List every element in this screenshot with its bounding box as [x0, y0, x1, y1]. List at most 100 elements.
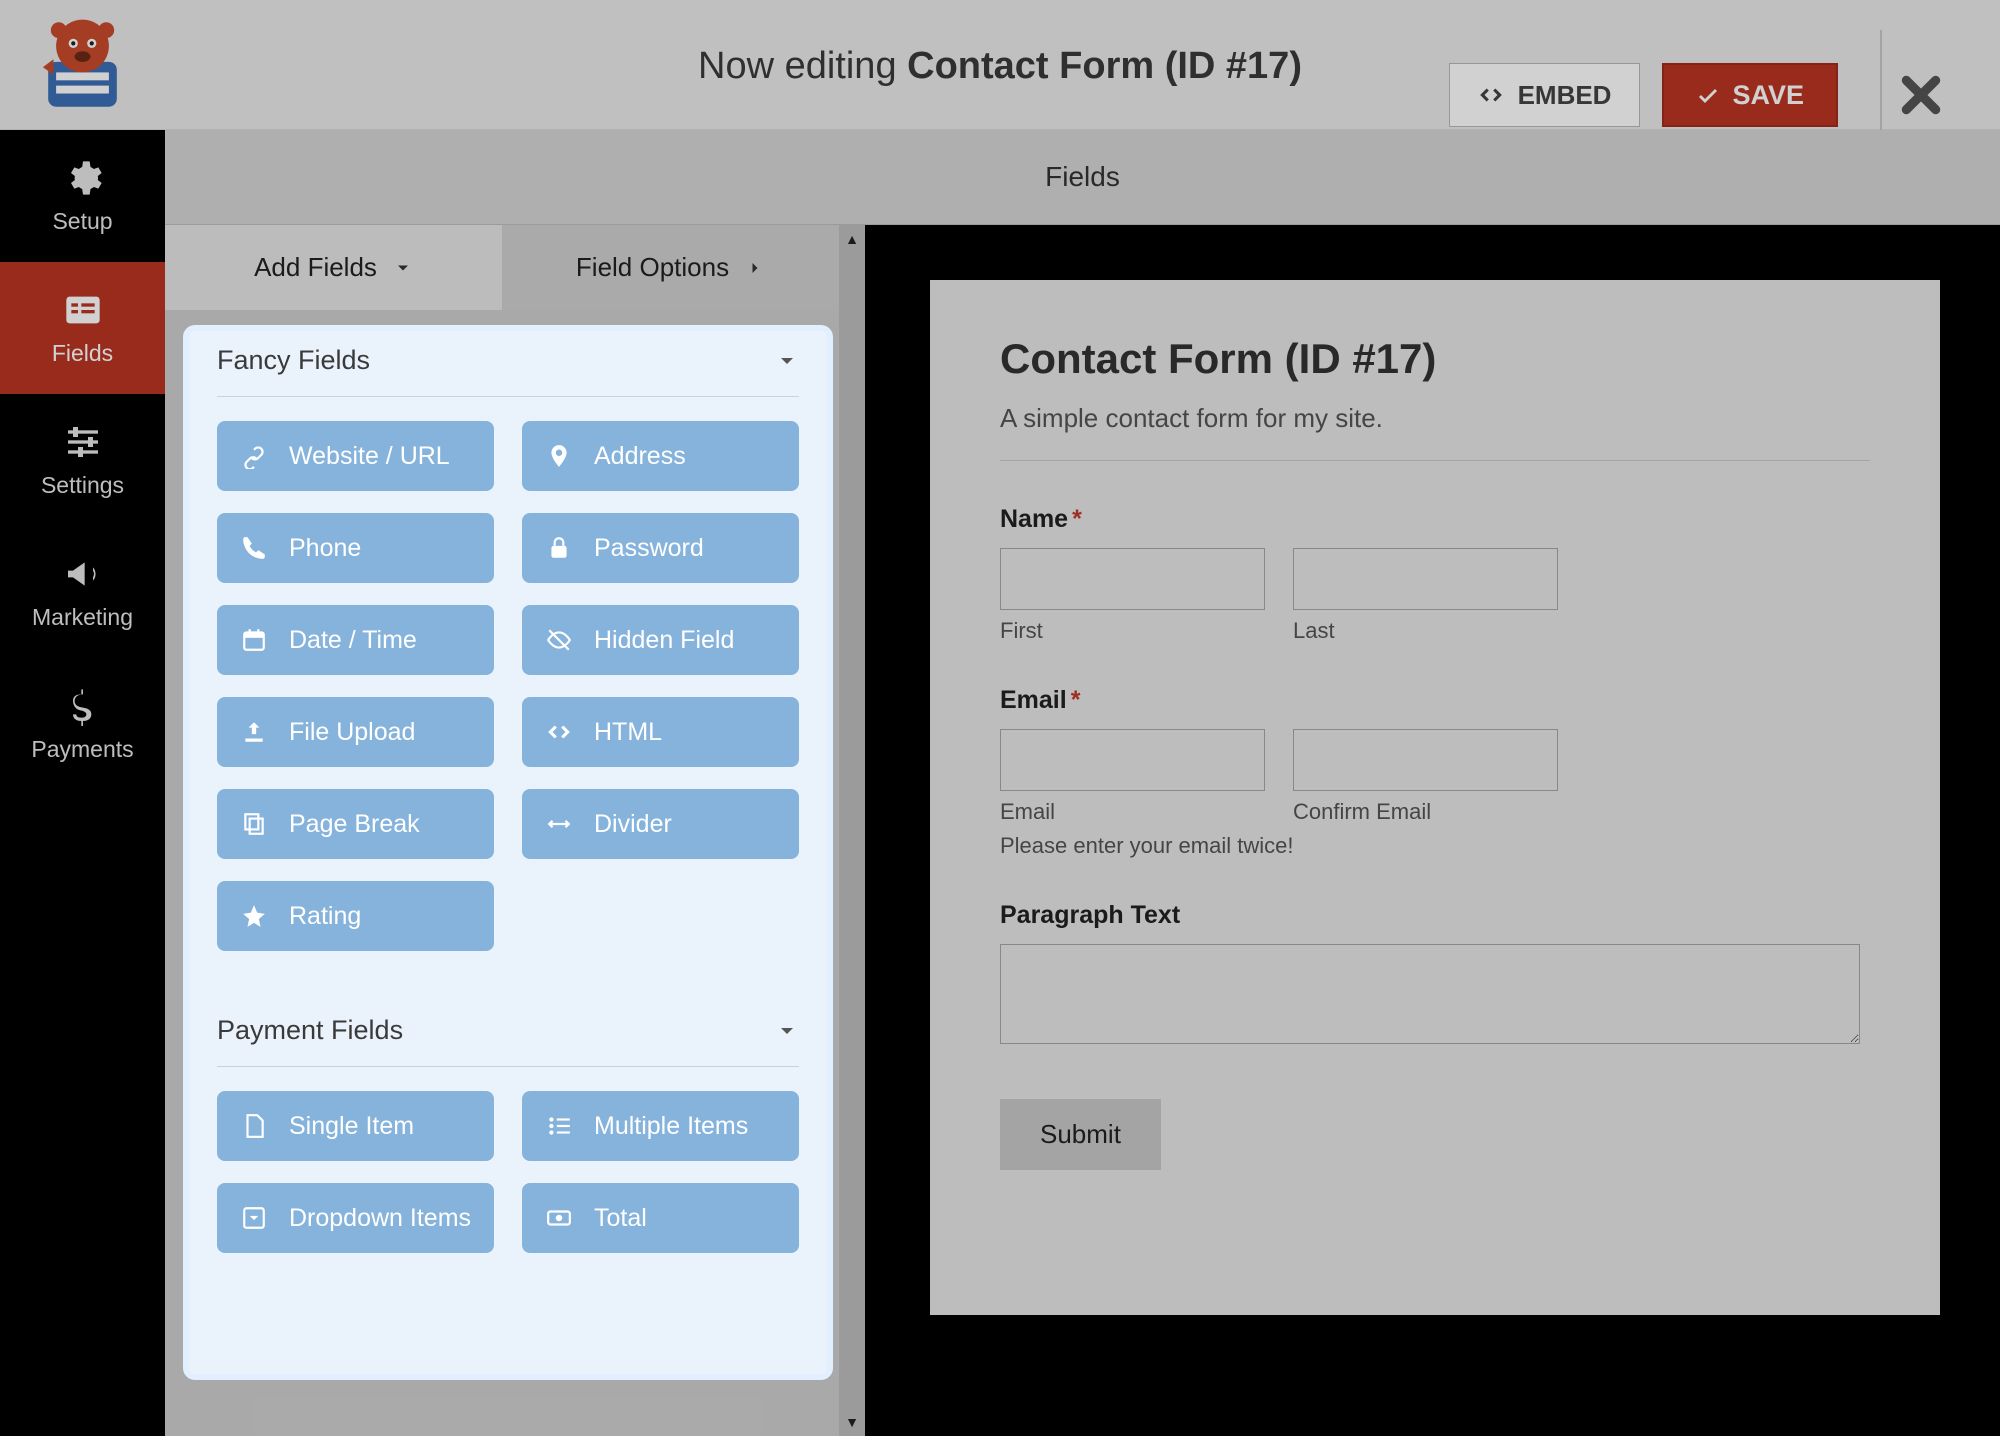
sidebar-item-settings[interactable]: Settings — [0, 394, 165, 526]
star-icon — [241, 903, 267, 929]
email-row — [1000, 729, 1870, 791]
confirm-email-input[interactable] — [1293, 729, 1558, 791]
confirm-email-sublabel: Confirm Email — [1293, 799, 1558, 825]
list-ul-icon — [546, 1113, 572, 1139]
email-input[interactable] — [1000, 729, 1265, 791]
check-icon — [1696, 83, 1720, 107]
form-preview: Contact Form (ID #17) A simple contact f… — [930, 280, 1940, 1315]
payment-fields-header[interactable]: Payment Fields — [209, 1001, 807, 1066]
editing-prefix: Now editing — [698, 45, 907, 87]
email-sublabel: Email — [1000, 799, 1265, 825]
dollar-icon — [63, 686, 103, 726]
required-mark: * — [1072, 505, 1082, 533]
panel-title-bar: Fields — [165, 130, 2000, 225]
save-button[interactable]: SAVE — [1662, 63, 1838, 127]
field-label: Total — [594, 1204, 647, 1233]
submit-button[interactable]: Submit — [1000, 1099, 1161, 1170]
field-single-item[interactable]: Single Item — [217, 1091, 494, 1161]
paragraph-textarea[interactable] — [1000, 944, 1860, 1044]
field-label: Single Item — [289, 1112, 414, 1141]
field-multiple-items[interactable]: Multiple Items — [522, 1091, 799, 1161]
save-label: SAVE — [1732, 80, 1804, 111]
tab-field-options[interactable]: Field Options — [502, 225, 839, 310]
field-label: Multiple Items — [594, 1112, 748, 1141]
name-label: Name* — [1000, 505, 1870, 534]
group-title: Payment Fields — [217, 1015, 403, 1046]
sidebar-item-setup[interactable]: Setup — [0, 130, 165, 262]
email-label: Email* — [1000, 686, 1870, 715]
first-name-input[interactable] — [1000, 548, 1265, 610]
field-label: HTML — [594, 718, 662, 747]
last-name-input[interactable] — [1293, 548, 1558, 610]
link-icon — [241, 443, 267, 469]
file-icon — [241, 1113, 267, 1139]
sliders-icon — [63, 422, 103, 462]
field-address[interactable]: Address — [522, 421, 799, 491]
sidebar-item-fields[interactable]: Fields — [0, 262, 165, 394]
required-mark: * — [1071, 686, 1081, 714]
list-icon — [63, 290, 103, 330]
field-label: Page Break — [289, 810, 420, 839]
field-rating[interactable]: Rating — [217, 881, 494, 951]
scrollbar-track[interactable]: ▲ ▼ — [839, 225, 865, 1436]
chevron-down-icon — [775, 1019, 799, 1043]
embed-label: EMBED — [1518, 80, 1612, 111]
name-sublabels: First Last — [1000, 618, 1870, 644]
field-file-upload[interactable]: File Upload — [217, 697, 494, 767]
tab-label: Add Fields — [254, 252, 377, 283]
field-date-time[interactable]: Date / Time — [217, 605, 494, 675]
field-label: Website / URL — [289, 442, 450, 471]
field-label: Rating — [289, 902, 361, 931]
sidebar-label: Settings — [41, 472, 124, 499]
editing-form-name: Contact Form (ID #17) — [907, 45, 1302, 87]
lock-icon — [546, 535, 572, 561]
first-sublabel: First — [1000, 618, 1265, 644]
email-hint: Please enter your email twice! — [1000, 833, 1870, 859]
field-dropdown-items[interactable]: Dropdown Items — [217, 1183, 494, 1253]
group-title: Fancy Fields — [217, 345, 370, 376]
email-sublabels: Email Confirm Email — [1000, 799, 1870, 825]
tab-add-fields[interactable]: Add Fields — [165, 225, 502, 310]
field-phone[interactable]: Phone — [217, 513, 494, 583]
scroll-down-icon[interactable]: ▼ — [839, 1408, 865, 1436]
map-pin-icon — [546, 443, 572, 469]
bullhorn-icon — [63, 554, 103, 594]
sidebar-label: Payments — [31, 736, 133, 763]
chevron-right-icon — [745, 258, 765, 278]
embed-button[interactable]: EMBED — [1449, 63, 1641, 127]
field-label: Dropdown Items — [289, 1204, 471, 1233]
divider — [1000, 460, 1870, 461]
field-total[interactable]: Total — [522, 1183, 799, 1253]
eye-slash-icon — [546, 627, 572, 653]
field-label: File Upload — [289, 718, 415, 747]
scroll-up-icon[interactable]: ▲ — [839, 225, 865, 253]
field-divider[interactable]: Divider — [522, 789, 799, 859]
field-password[interactable]: Password — [522, 513, 799, 583]
label-text: Email — [1000, 686, 1067, 714]
divider — [217, 1066, 799, 1067]
left-sidebar: Setup Fields Settings Marketing Payments — [0, 130, 165, 1436]
close-icon — [1899, 73, 1943, 117]
panel-tabs: Add Fields Field Options ▲ — [165, 225, 865, 310]
gear-icon — [63, 158, 103, 198]
field-label: Address — [594, 442, 686, 471]
form-title: Contact Form (ID #17) — [1000, 335, 1870, 383]
app-logo — [0, 0, 165, 130]
field-page-break[interactable]: Page Break — [217, 789, 494, 859]
field-label: Phone — [289, 534, 361, 563]
field-label: Date / Time — [289, 626, 417, 655]
panel-title: Fields — [1045, 161, 1120, 193]
wpforms-logo-icon — [40, 17, 125, 112]
money-icon — [546, 1205, 572, 1231]
fancy-fields-header[interactable]: Fancy Fields — [209, 331, 807, 396]
divider — [217, 396, 799, 397]
field-hidden[interactable]: Hidden Field — [522, 605, 799, 675]
last-sublabel: Last — [1293, 618, 1558, 644]
label-text: Name — [1000, 505, 1068, 533]
sidebar-item-marketing[interactable]: Marketing — [0, 526, 165, 658]
code-icon — [546, 719, 572, 745]
preview-area: Contact Form (ID #17) A simple contact f… — [865, 225, 2000, 1436]
sidebar-item-payments[interactable]: Payments — [0, 658, 165, 790]
field-html[interactable]: HTML — [522, 697, 799, 767]
field-website-url[interactable]: Website / URL — [217, 421, 494, 491]
